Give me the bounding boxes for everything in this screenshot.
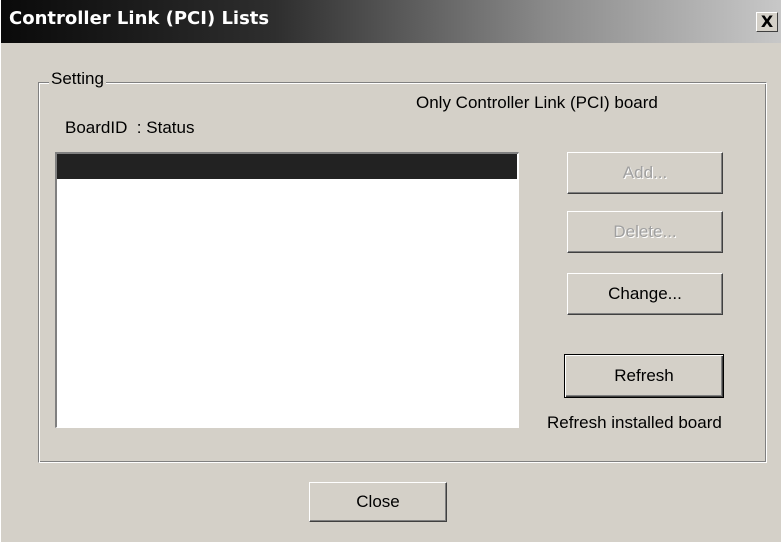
refresh-note: Refresh installed board (547, 413, 722, 432)
list-item-label: 0 : Setting (125, 182, 202, 201)
board-listbox[interactable]: 0 : Setting (55, 152, 519, 428)
close-button[interactable]: Close (309, 482, 447, 522)
title-bar[interactable]: Controller Link (PCI) Lists X (1, 0, 781, 43)
list-column-header: BoardID : Status (65, 118, 195, 137)
add-button[interactable]: Add... (567, 152, 723, 194)
close-icon[interactable]: X (756, 12, 778, 32)
window-title: Controller Link (PCI) Lists (9, 8, 270, 29)
change-button[interactable]: Change... (567, 273, 723, 315)
dialog-window: Controller Link (PCI) Lists X Setting On… (0, 0, 781, 542)
board-type-note: Only Controller Link (PCI) board (416, 93, 658, 112)
refresh-button[interactable]: Refresh (564, 354, 724, 398)
list-item[interactable]: 0 : Setting (57, 154, 517, 201)
delete-button[interactable]: Delete... (567, 211, 723, 253)
setting-group-legend: Setting (49, 69, 106, 89)
